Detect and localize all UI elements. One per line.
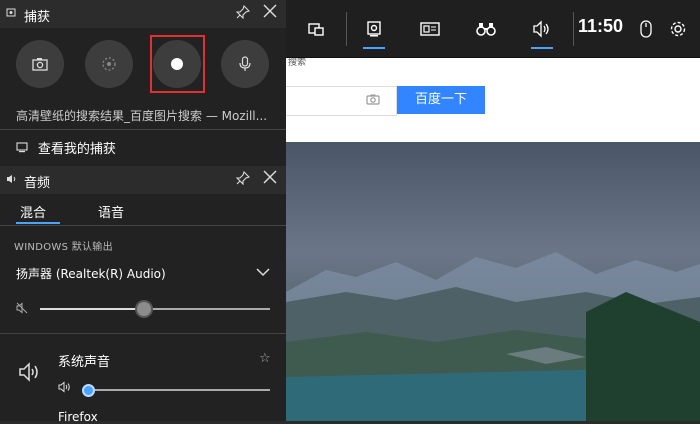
widget-icon[interactable] — [288, 0, 344, 57]
favorite-star-icon[interactable]: ☆ — [259, 351, 271, 366]
clock: 11:50 — [578, 16, 624, 36]
pin-icon[interactable] — [235, 170, 251, 189]
tab-voice[interactable]: 语音 — [98, 202, 124, 221]
speaker-small-icon — [6, 174, 18, 187]
pin-icon[interactable] — [235, 4, 251, 23]
record-highlight-box — [150, 35, 205, 93]
muted-speaker-icon[interactable] — [16, 302, 28, 317]
record-last-button[interactable] — [85, 40, 133, 88]
divider — [0, 225, 286, 226]
capture-header: 捕获 — [0, 0, 286, 28]
baidu-search-button[interactable]: 百度一下 — [397, 86, 485, 114]
audio-panel: 音频 混合 语音 WINDOWS 默认输出 扬声器 (Realtek(R) Au… — [0, 166, 286, 424]
camera-icon[interactable] — [366, 92, 380, 106]
gallery-icon — [16, 142, 32, 156]
chevron-down-icon[interactable] — [256, 264, 270, 278]
audio-icon[interactable] — [514, 0, 570, 57]
binoculars-icon[interactable] — [458, 0, 514, 57]
game-bar: 11:50 — [286, 0, 700, 58]
divider — [0, 333, 286, 334]
output-device-select[interactable]: 扬声器 (Realtek(R) Audio) — [16, 265, 166, 282]
capture-target-title: 高清壁纸的搜索结果_百度图片搜索 — Mozill... — [16, 109, 268, 123]
capture-icon — [6, 8, 16, 21]
performance-icon[interactable] — [402, 0, 458, 57]
system-sound-label: 系统声音 — [58, 355, 111, 370]
search-input[interactable] — [286, 86, 397, 116]
system-volume-thumb[interactable] — [82, 384, 95, 397]
divider — [0, 129, 286, 130]
system-sound-icon — [18, 362, 42, 388]
screenshot-button[interactable] — [16, 40, 64, 88]
close-icon[interactable] — [263, 3, 277, 23]
capture-widget-icon[interactable] — [346, 0, 402, 57]
tab-mix[interactable]: 混合 — [20, 202, 46, 221]
default-output-label: WINDOWS 默认输出 — [14, 242, 113, 253]
capture-title: 捕获 — [24, 10, 51, 25]
microphone-button[interactable] — [221, 40, 269, 88]
close-icon[interactable] — [263, 169, 277, 189]
master-volume-thumb[interactable] — [135, 300, 153, 318]
separator — [573, 12, 574, 46]
system-volume-icon[interactable] — [58, 381, 72, 396]
settings-icon[interactable] — [650, 0, 700, 57]
firefox-app-label: Firefox — [58, 410, 98, 424]
wallpaper-image — [286, 142, 700, 421]
active-tab-indicator — [16, 222, 60, 224]
view-captures-link[interactable]: 查看我的捕获 — [16, 138, 116, 157]
capture-panel: 捕获 高清壁纸的搜索结果_百度图片搜索 — Mozill... 查看我的捕获 — [0, 0, 286, 166]
master-volume-slider[interactable] — [40, 300, 270, 318]
master-volume-fill — [40, 308, 144, 310]
audio-title: 音频 — [24, 176, 51, 191]
system-volume-slider[interactable] — [82, 384, 270, 397]
view-captures-label: 查看我的捕获 — [37, 142, 116, 157]
audio-header: 音频 — [0, 166, 286, 194]
